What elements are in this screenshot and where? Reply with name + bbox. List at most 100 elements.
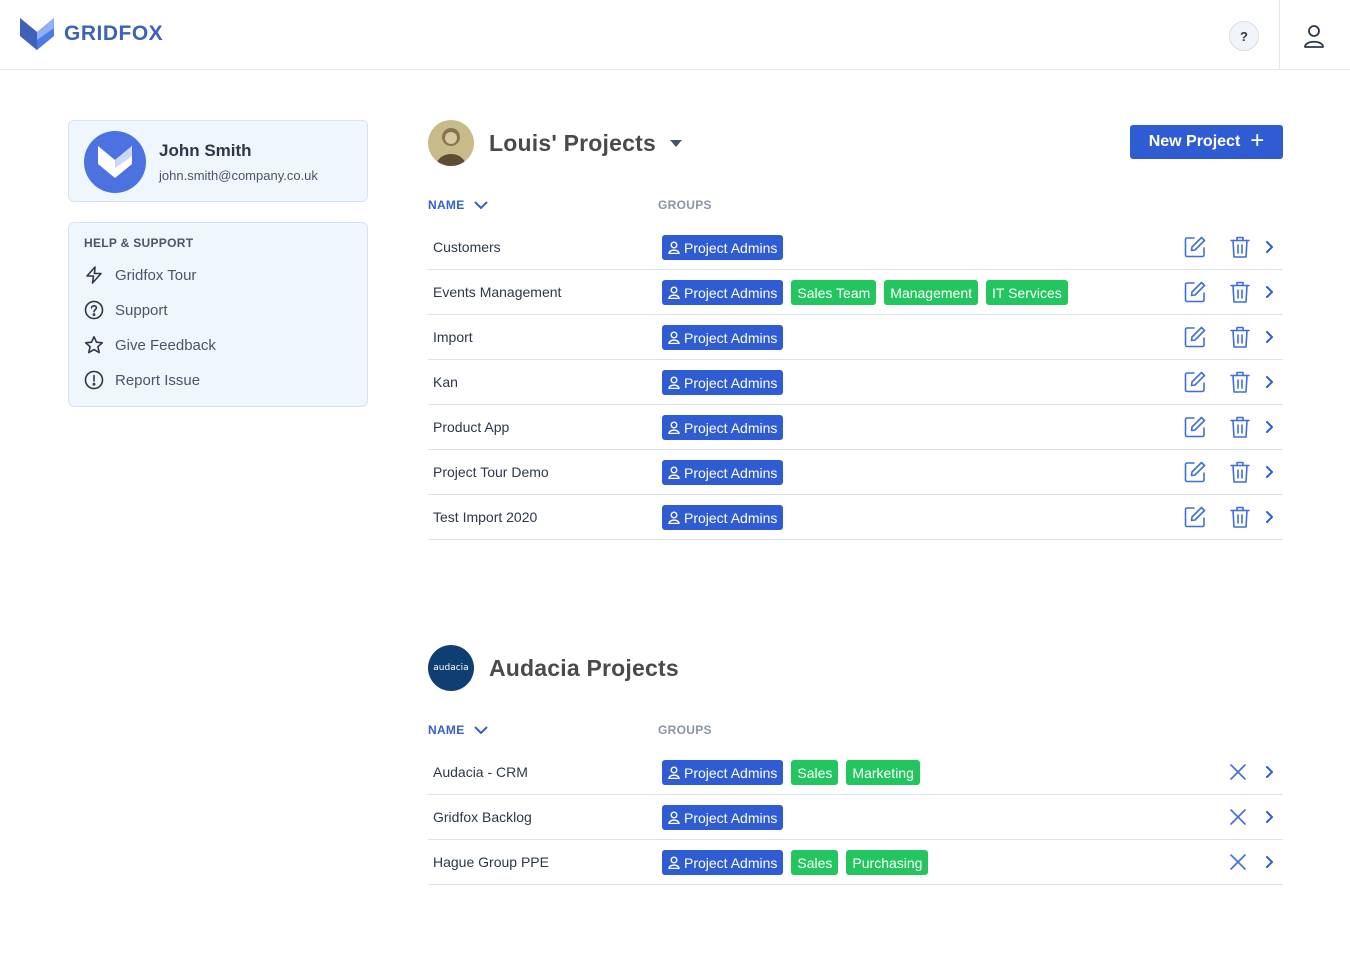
chevron-right-icon[interactable] [1263, 239, 1275, 255]
lightning-icon [86, 266, 102, 284]
edit-icon[interactable] [1183, 460, 1207, 484]
sort-by-name[interactable]: NAME [428, 198, 488, 212]
top-bar: GRIDFOX ? [0, 0, 1350, 70]
workspace-title: Audacia Projects [489, 654, 679, 681]
chevron-right-icon[interactable] [1263, 809, 1275, 825]
help-item-report-issue[interactable]: Report Issue [84, 368, 200, 392]
table-row[interactable]: Project Tour Demo Project Admins [428, 450, 1283, 495]
trash-icon[interactable] [1228, 370, 1252, 394]
trash-icon[interactable] [1228, 460, 1252, 484]
project-name[interactable]: Project Tour Demo [433, 464, 549, 480]
user-icon [668, 376, 680, 389]
trash-icon[interactable] [1228, 235, 1252, 259]
project-name[interactable]: Gridfox Backlog [433, 809, 532, 825]
new-project-button[interactable]: New Project + [1130, 125, 1283, 159]
group-badge-project-admins: Project Admins [662, 505, 784, 530]
edit-icon[interactable] [1183, 280, 1207, 304]
table-row[interactable]: Test Import 2020 Project Admins [428, 495, 1283, 540]
group-badge-label: Sales [797, 764, 833, 781]
close-icon[interactable] [1229, 763, 1247, 781]
gridfox-logo[interactable]: GRIDFOX [20, 18, 163, 50]
help-item-support[interactable]: Support [84, 298, 168, 322]
group-badge-project-admins: Project Admins [662, 805, 784, 830]
help-item-give-feedback[interactable]: Give Feedback [84, 333, 216, 357]
group-badge-label: Marketing [852, 764, 914, 781]
table-row[interactable]: Events Management Project Admins Sales Tea… [428, 270, 1283, 315]
project-name[interactable]: Product App [433, 419, 509, 435]
help-item-gridfox-tour[interactable]: Gridfox Tour [84, 263, 196, 287]
fox-avatar-icon [98, 146, 132, 178]
group-badge-it-services: IT Services [986, 280, 1068, 305]
user-icon [668, 766, 680, 779]
profile-name: John Smith [159, 141, 252, 160]
project-name[interactable]: Kan [433, 374, 458, 390]
close-icon[interactable] [1229, 808, 1247, 826]
trash-icon[interactable] [1228, 505, 1252, 529]
project-name[interactable]: Hague Group PPE [433, 854, 549, 870]
workspace-avatar [428, 120, 474, 166]
group-badge-label: Project Admins [684, 509, 778, 526]
avatar [84, 131, 146, 193]
user-icon [668, 421, 680, 434]
project-name[interactable]: Events Management [433, 284, 561, 300]
group-badge-sales-team: Sales Team [791, 280, 877, 305]
help-support-title: HELP & SUPPORT [84, 236, 194, 250]
edit-icon[interactable] [1183, 415, 1207, 439]
edit-icon[interactable] [1183, 325, 1207, 349]
help-button[interactable]: ? [1229, 21, 1259, 51]
column-header-groups: GROUPS [658, 723, 712, 737]
trash-icon[interactable] [1228, 280, 1252, 304]
trash-icon[interactable] [1228, 415, 1252, 439]
group-badge-label: Project Admins [684, 809, 778, 826]
help-item-label: Support [115, 301, 168, 319]
chevron-right-icon[interactable] [1263, 329, 1275, 345]
group-badge-label: Project Admins [684, 854, 778, 871]
user-account-icon[interactable] [1300, 22, 1328, 50]
group-badge-label: Project Admins [684, 239, 778, 256]
column-header-groups: GROUPS [658, 198, 712, 212]
project-name[interactable]: Customers [433, 239, 501, 255]
project-name[interactable]: Audacia - CRM [433, 764, 528, 780]
help-item-label: Report Issue [115, 371, 201, 389]
table-row[interactable]: Customers Project Admins [428, 225, 1283, 270]
table-row[interactable]: Hague Group PPE Project Admins Sales Purcha… [428, 840, 1283, 885]
edit-icon[interactable] [1183, 370, 1207, 394]
chevron-right-icon[interactable] [1263, 419, 1275, 435]
group-badges: Project Admins Sales Marketing [662, 760, 928, 785]
chevron-down-icon [473, 725, 488, 734]
table-row[interactable]: Kan Project Admins [428, 360, 1283, 405]
chevron-right-icon[interactable] [1263, 764, 1275, 780]
chevron-right-icon[interactable] [1263, 854, 1275, 870]
header-divider [1279, 0, 1280, 70]
table-row[interactable]: Gridfox Backlog Project Admins [428, 795, 1283, 840]
chevron-right-icon[interactable] [1263, 374, 1275, 390]
group-badge-project-admins: Project Admins [662, 280, 784, 305]
group-badge-sales: Sales [791, 850, 839, 875]
table-row[interactable]: Import Project Admins [428, 315, 1283, 360]
portrait-avatar-icon [428, 120, 474, 166]
project-name[interactable]: Import [433, 329, 473, 345]
column-header-name: NAME [428, 198, 465, 212]
edit-icon[interactable] [1183, 235, 1207, 259]
project-name[interactable]: Test Import 2020 [433, 509, 537, 525]
close-icon[interactable] [1229, 853, 1247, 871]
group-badge-label: Project Admins [684, 464, 778, 481]
workspace-header-audacia: audacia Audacia Projects [428, 645, 679, 691]
chevron-right-icon[interactable] [1263, 464, 1275, 480]
chevron-right-icon[interactable] [1263, 509, 1275, 525]
sort-by-name[interactable]: NAME [428, 723, 488, 737]
group-badge-label: IT Services [992, 284, 1062, 301]
trash-icon[interactable] [1228, 325, 1252, 349]
group-badges: Project Admins [662, 460, 791, 485]
edit-icon[interactable] [1183, 505, 1207, 529]
chevron-right-icon[interactable] [1263, 284, 1275, 300]
group-badge-label: Project Admins [684, 284, 778, 301]
new-project-label: New Project [1148, 133, 1241, 150]
table-row[interactable]: Product App Project Admins [428, 405, 1283, 450]
logo-text: GRIDFOX [64, 22, 164, 45]
workspace-dropdown-caret-icon[interactable] [669, 139, 682, 147]
projects-table-audacia: Audacia - CRM Project Admins Sales Marketin… [428, 750, 1283, 885]
group-badge-project-admins: Project Admins [662, 460, 784, 485]
group-badges: Project Admins [662, 805, 791, 830]
table-row[interactable]: Audacia - CRM Project Admins Sales Marketin… [428, 750, 1283, 795]
